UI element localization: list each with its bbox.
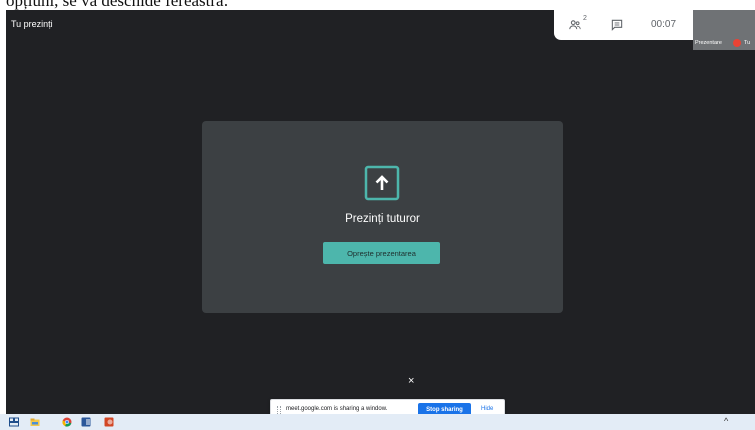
present-screen-icon [364,165,400,201]
hide-button[interactable]: Hide [481,406,493,412]
chat-icon[interactable] [610,18,624,32]
word-icon[interactable] [81,417,91,427]
chevron-up-icon[interactable]: ^ [724,416,728,426]
mic-off-icon [733,39,741,47]
presenting-heading: Prezinți tuturor [345,213,420,225]
presenter-title: Tu prezinți [11,19,53,29]
people-icon[interactable] [568,18,582,32]
presenting-card: Prezinți tuturor Oprește prezentarea [202,121,563,313]
self-view-you: Tu [744,40,751,46]
stop-sharing-button[interactable]: Stop sharing [418,403,471,414]
people-count: 2 [583,15,587,22]
self-view-tile[interactable]: Prezentare Tu [693,10,755,50]
meeting-clock: 00:07 [651,19,677,30]
sharing-banner: meet.google.com is sharing a window. Sto… [270,399,505,414]
sharing-message: meet.google.com is sharing a window. [286,406,388,412]
chrome-icon[interactable] [62,417,72,427]
close-icon[interactable]: × [408,376,414,387]
stop-presenting-button[interactable]: Oprește prezentarea [323,242,440,264]
powerpoint-icon[interactable] [104,417,114,427]
task-view-icon[interactable] [9,417,19,427]
drag-handle-icon[interactable] [277,406,281,414]
share-panel: × [253,373,423,394]
self-view-label: Prezentare [695,40,722,46]
taskbar: ^ [0,414,755,430]
document-text: opțiuni, se va deschide fereastra: [6,0,229,10]
document-text-strip: opțiuni, se va deschide fereastra: [0,0,755,10]
file-explorer-icon[interactable] [30,417,40,427]
meet-stage: Tu prezinți 2 00:07 Prezentare Tu Prezin… [6,10,755,414]
